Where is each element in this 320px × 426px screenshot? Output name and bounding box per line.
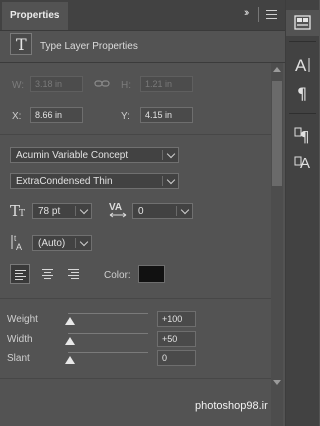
section-title: Type Layer Properties — [40, 41, 138, 52]
slant-field[interactable]: 0 — [157, 350, 196, 366]
svg-text:A: A — [16, 242, 22, 251]
weight-slider-handle[interactable] — [65, 317, 75, 325]
font-style-dropdown[interactable]: ExtraCondensed Thin — [10, 173, 179, 189]
section-divider — [0, 298, 271, 299]
panel-dock: A ¶ ¶ A — [286, 0, 319, 426]
chevron-down-icon — [166, 175, 176, 185]
chevron-down-icon — [79, 237, 89, 247]
tracking-dropdown[interactable]: 0 — [132, 203, 193, 219]
height-label: H: — [121, 80, 131, 91]
slant-slider-handle[interactable] — [65, 356, 75, 364]
collapse-panel-icon[interactable]: ›› — [244, 7, 250, 19]
scroll-thumb[interactable] — [272, 81, 282, 186]
align-left-button[interactable] — [10, 264, 30, 284]
character-styles-icon[interactable]: A — [286, 148, 319, 174]
align-right-button[interactable] — [64, 264, 84, 284]
width-field[interactable]: 3.18 in — [30, 76, 83, 92]
slant-slider-track[interactable] — [68, 352, 148, 353]
width-axis-field[interactable]: +50 — [157, 331, 196, 347]
paragraph-styles-icon[interactable]: ¶ — [286, 122, 319, 148]
leading-value: (Auto) — [38, 238, 66, 249]
font-family-dropdown[interactable]: Acumin Variable Concept — [10, 147, 179, 163]
svg-text:VA: VA — [109, 202, 122, 213]
weight-field[interactable]: +100 — [157, 311, 196, 327]
font-size-value: 78 pt — [38, 206, 61, 217]
chevron-down-icon — [79, 205, 89, 215]
properties-panel-icon[interactable] — [286, 10, 319, 36]
color-label: Color: — [104, 270, 131, 281]
type-layer-icon: T — [10, 33, 32, 55]
watermark-text: photoshop98.ir — [195, 400, 268, 412]
paragraph-panel-icon[interactable]: ¶ — [286, 80, 319, 106]
x-position-field[interactable]: 8.66 in — [30, 107, 83, 123]
height-field[interactable]: 1.21 in — [140, 76, 193, 92]
svg-text:¶: ¶ — [300, 128, 310, 145]
panel-tab-bar: Properties ›› — [0, 0, 285, 31]
text-color-swatch[interactable] — [138, 265, 165, 283]
tracking-value: 0 — [138, 206, 144, 217]
width-slider-handle[interactable] — [65, 337, 75, 345]
panel-menu-icon[interactable] — [266, 10, 277, 19]
font-size-icon: T T — [10, 202, 25, 218]
width-label: W: — [12, 80, 25, 91]
scroll-down-icon[interactable] — [273, 380, 281, 385]
svg-text:A: A — [295, 56, 307, 74]
properties-panel: Properties ›› T Type Layer Properties W:… — [0, 0, 286, 426]
scroll-up-icon[interactable] — [273, 67, 281, 72]
leading-dropdown[interactable]: (Auto) — [32, 235, 92, 251]
chevron-down-icon — [166, 149, 176, 159]
tab-properties-label: Properties — [10, 10, 60, 21]
tab-properties[interactable]: Properties — [2, 2, 68, 30]
weight-slider-track[interactable] — [68, 313, 148, 314]
section-divider — [0, 134, 271, 135]
svg-text:T: T — [19, 209, 25, 218]
y-position-field[interactable]: 4.15 in — [140, 107, 193, 123]
character-panel-icon[interactable]: A — [286, 52, 319, 78]
svg-text:A: A — [300, 155, 310, 171]
tracking-icon: VA — [109, 202, 127, 218]
chevron-down-icon — [180, 205, 190, 215]
align-center-button[interactable] — [38, 264, 58, 284]
header-divider — [0, 62, 285, 63]
type-tool-glyph: T — [16, 35, 27, 54]
font-size-dropdown[interactable]: 78 pt — [32, 203, 92, 219]
font-family-value: Acumin Variable Concept — [16, 150, 129, 161]
tabbar-divider — [258, 7, 259, 22]
font-style-value: ExtraCondensed Thin — [16, 176, 113, 187]
x-label: X: — [12, 111, 22, 122]
leading-icon: t A — [11, 234, 22, 251]
width-slider-track[interactable] — [68, 333, 148, 334]
y-label: Y: — [121, 111, 130, 122]
link-icon[interactable] — [94, 79, 110, 89]
svg-text:¶: ¶ — [297, 84, 307, 102]
section-divider — [0, 378, 271, 379]
slant-label: Slant — [7, 353, 30, 364]
width-axis-label: Width — [7, 334, 33, 345]
weight-label: Weight — [7, 314, 38, 325]
